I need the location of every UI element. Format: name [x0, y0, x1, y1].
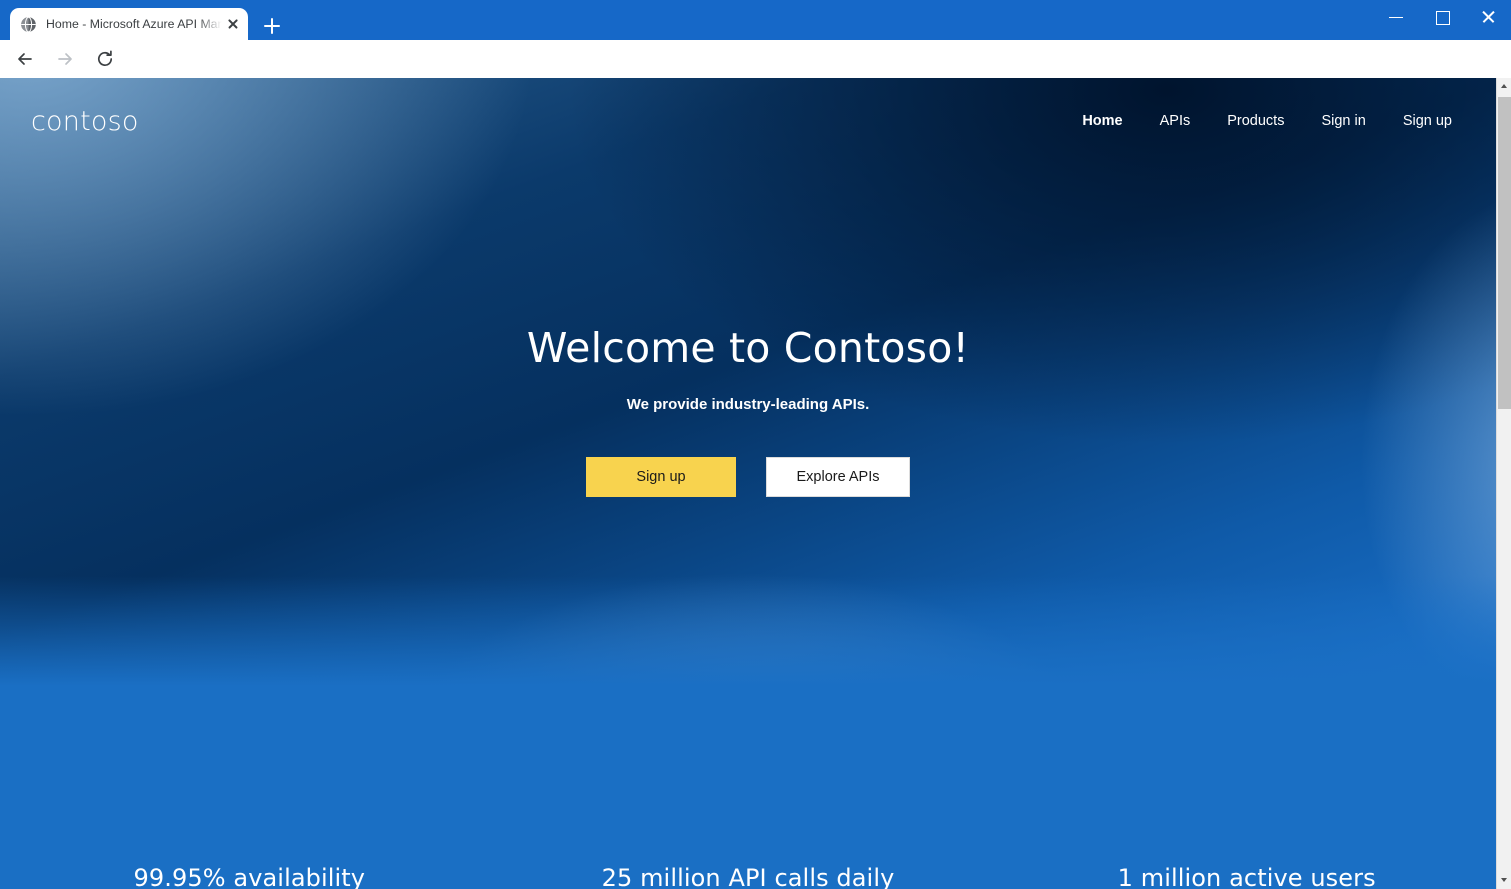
- stats-section: 99.95% availability Our APIs can be used…: [0, 686, 1496, 889]
- close-icon[interactable]: [224, 15, 242, 33]
- browser-window: Home - Microsoft Azure API Man contoso H…: [0, 0, 1511, 889]
- stat-value: 1 million active users: [1117, 864, 1376, 889]
- browser-toolbar: Search DuckDuckGo or type a URL: [0, 40, 1511, 111]
- globe-icon: [20, 16, 37, 33]
- nav-item-home[interactable]: Home: [1082, 113, 1122, 129]
- nav-item-products[interactable]: Products: [1227, 113, 1284, 129]
- hero-content: Welcome to Contoso! We provide industry-…: [0, 78, 1496, 686]
- page-title: Welcome to Contoso!: [526, 324, 970, 372]
- tab-strip: Home - Microsoft Azure API Man: [0, 0, 1340, 40]
- stat-value: 25 million API calls daily: [601, 864, 895, 889]
- explore-apis-button[interactable]: Explore APIs: [766, 457, 910, 497]
- primary-navigation: Home APIs Products Sign in Sign up: [1082, 113, 1452, 129]
- new-tab-button[interactable]: [258, 12, 286, 40]
- nav-item-sign-in[interactable]: Sign in: [1321, 113, 1365, 129]
- tab-title: Home - Microsoft Azure API Man: [46, 17, 222, 31]
- nav-item-sign-up[interactable]: Sign up: [1403, 113, 1452, 129]
- maximize-button[interactable]: [1419, 0, 1465, 33]
- back-arrow-icon[interactable]: [7, 41, 43, 77]
- page-viewport: contoso Home APIs Products Sign in Sign …: [0, 78, 1511, 889]
- site-header: contoso Home APIs Products Sign in Sign …: [0, 78, 1496, 164]
- reload-icon[interactable]: [87, 41, 123, 77]
- browser-tab-active[interactable]: Home - Microsoft Azure API Man: [10, 8, 248, 40]
- site-logo[interactable]: contoso: [31, 106, 139, 137]
- hero-subtitle: We provide industry-leading APIs.: [626, 396, 870, 413]
- hero-cta-group: Sign up Explore APIs: [586, 457, 910, 497]
- scroll-up-arrow-icon[interactable]: [1497, 78, 1511, 95]
- window-close-button[interactable]: [1465, 0, 1511, 33]
- forward-arrow-icon: [47, 41, 83, 77]
- nav-item-apis[interactable]: APIs: [1160, 113, 1191, 129]
- minimize-button[interactable]: [1373, 0, 1419, 33]
- stat-value: 99.95% availability: [133, 864, 366, 889]
- stat-item-active-users: 1 million active users Millions of peopl…: [997, 686, 1496, 889]
- browser-title-bar: Home - Microsoft Azure API Man: [0, 0, 1511, 40]
- scrollbar-thumb[interactable]: [1498, 97, 1511, 409]
- stat-item-availability: 99.95% availability Our APIs can be used…: [0, 686, 499, 889]
- scroll-down-arrow-icon[interactable]: [1497, 872, 1511, 889]
- page-scrollbar[interactable]: [1496, 78, 1511, 889]
- stat-item-api-calls: 25 million API calls daily Our APIs defi…: [499, 686, 998, 889]
- window-controls: [1373, 0, 1511, 33]
- sign-up-button[interactable]: Sign up: [586, 457, 736, 497]
